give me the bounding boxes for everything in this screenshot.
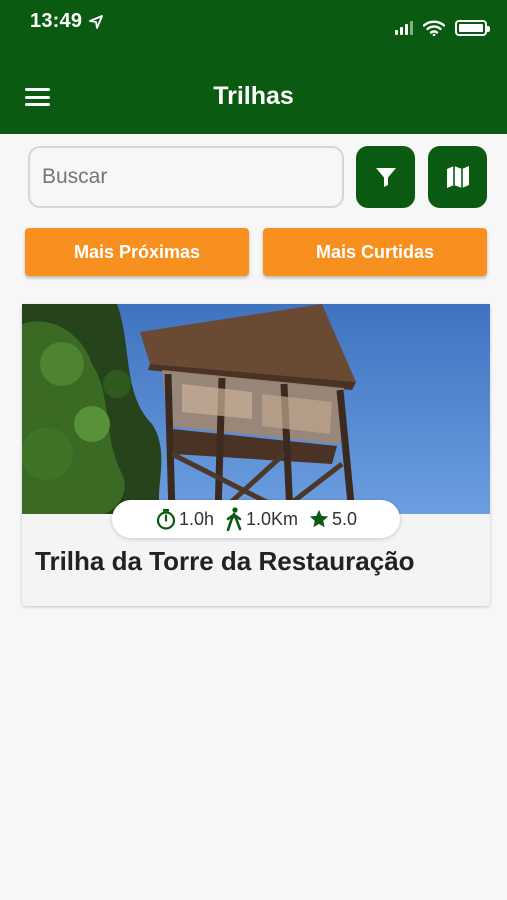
- location-arrow-icon: [89, 14, 104, 29]
- battery-icon: [455, 20, 490, 36]
- distance-text: 1.0Km: [245, 508, 299, 529]
- duration-text: 1.0h: [178, 508, 214, 529]
- rating-stat: 5.0: [308, 508, 357, 530]
- map-button[interactable]: [428, 146, 487, 208]
- status-bar: 13:49: [0, 0, 507, 44]
- status-time: 13:49: [30, 10, 104, 33]
- page-title: Trilhas: [213, 82, 294, 110]
- search-input[interactable]: [28, 146, 344, 208]
- duration-stat: 1.0h: [155, 508, 214, 530]
- map-icon: [446, 166, 469, 188]
- star-icon: [309, 509, 329, 528]
- nearest-trails-button[interactable]: Mais Próximas: [25, 228, 249, 276]
- filter-icon: [375, 168, 396, 187]
- most-liked-trails-button[interactable]: Mais Curtidas: [263, 228, 487, 276]
- trail-card[interactable]: 1.0h 1.0Km 5.0 Trilha da Torre da Restau…: [22, 304, 490, 606]
- distance-stat: 1.0Km: [224, 507, 298, 531]
- filter-button[interactable]: [356, 146, 415, 208]
- stopwatch-icon: [156, 509, 176, 530]
- rating-text: 5.0: [332, 508, 358, 529]
- status-icons: [395, 20, 490, 36]
- trail-title: Trilha da Torre da Restauração: [35, 546, 415, 576]
- trail-photo: [22, 304, 490, 514]
- wifi-icon: [423, 20, 445, 36]
- clock-text: 13:49: [30, 10, 83, 32]
- hiker-icon: [226, 507, 242, 531]
- cellular-signal-icon: [395, 21, 413, 35]
- trail-stats: 1.0h 1.0Km 5.0: [112, 500, 400, 538]
- app-header: 13:49 Trilhas: [0, 0, 507, 134]
